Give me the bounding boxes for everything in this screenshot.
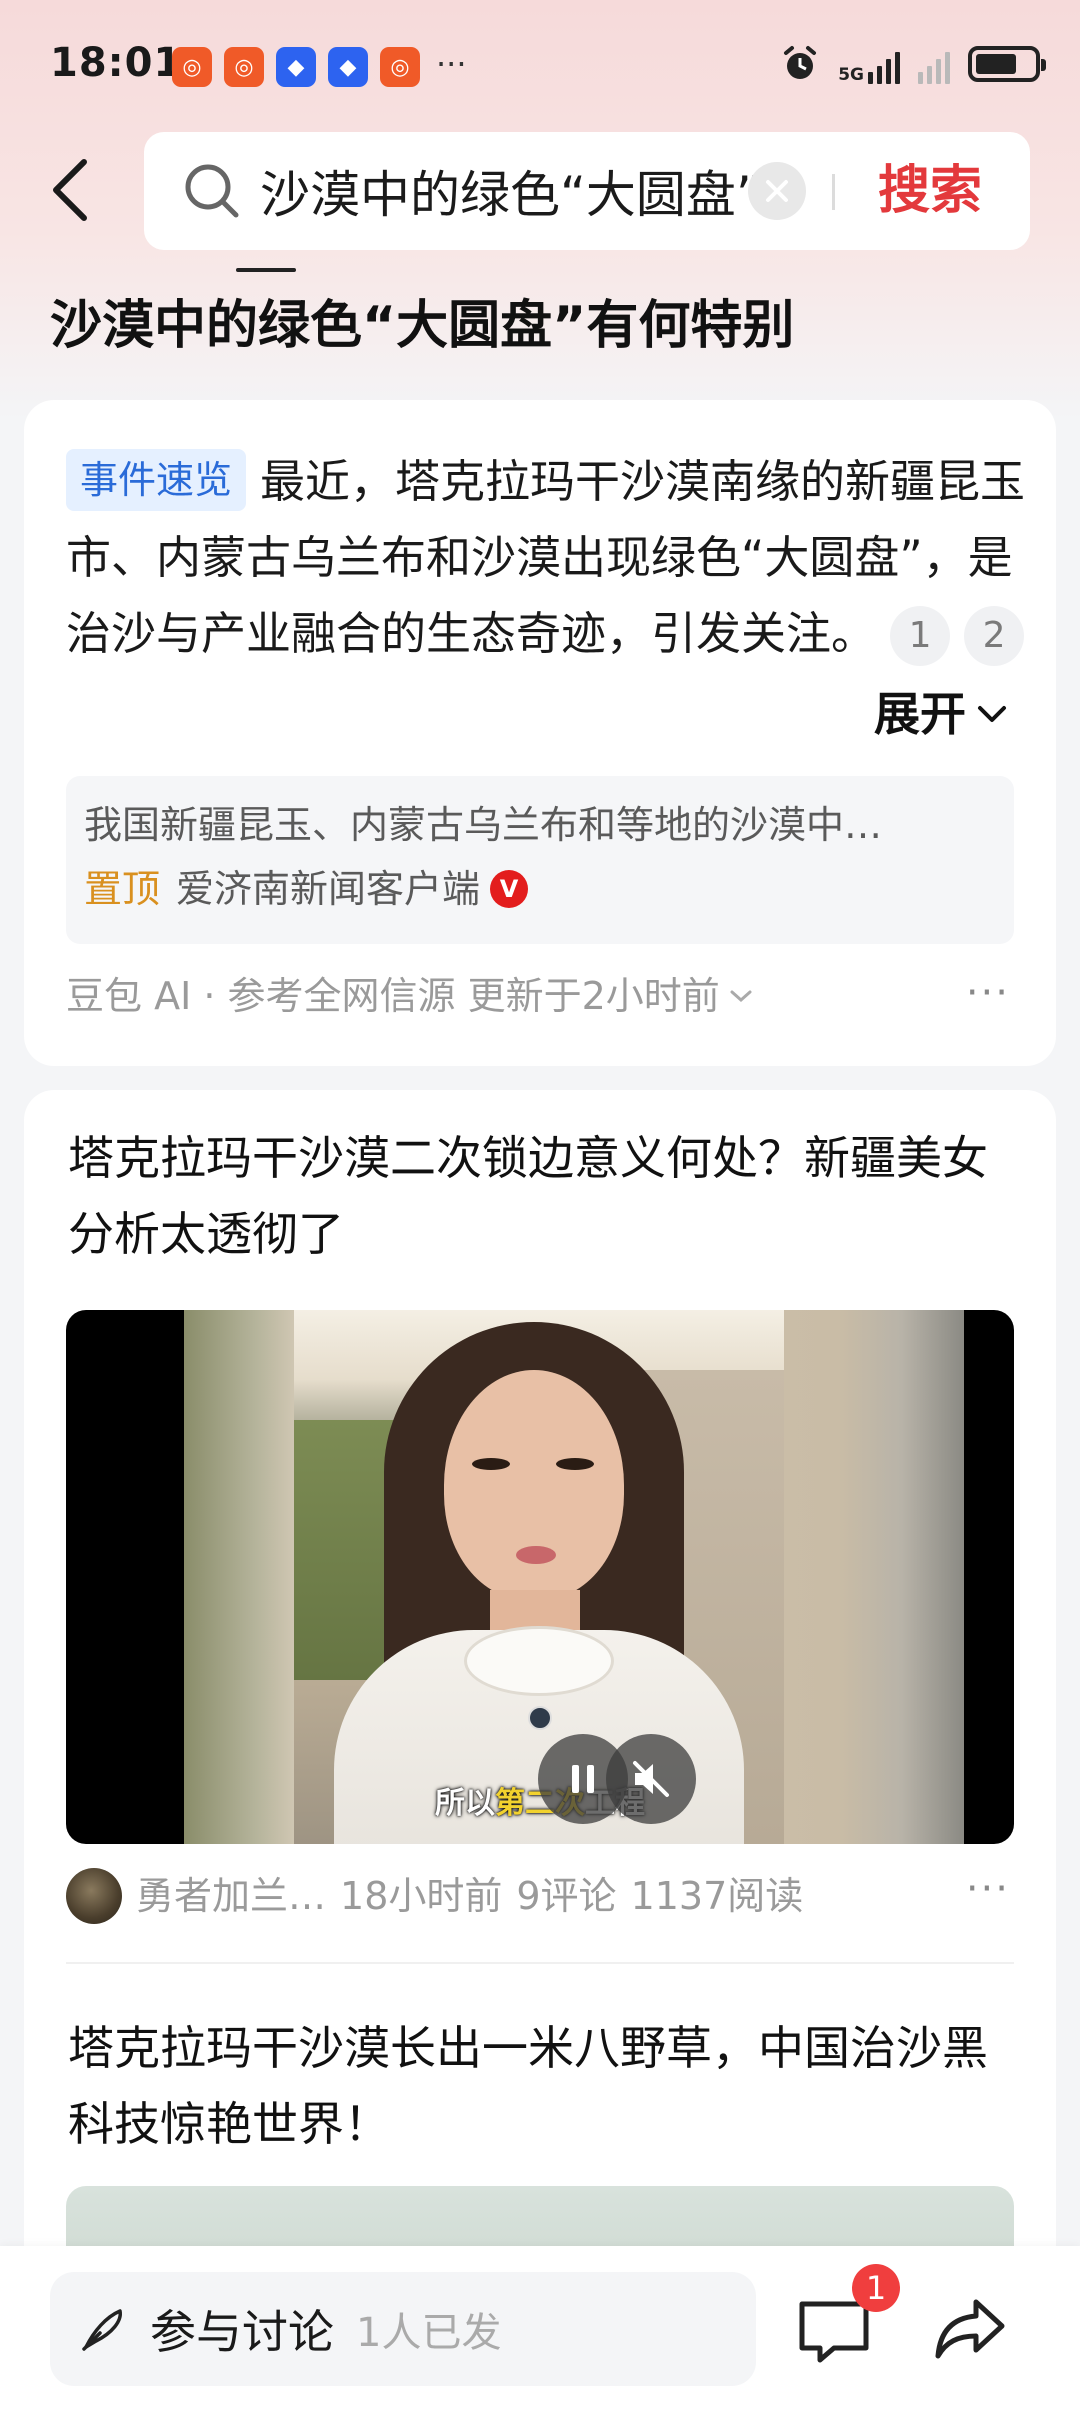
ai-summary-card: 事件速览 最近，塔克拉玛干沙漠南缘的新疆昆玉市、内蒙古乌兰布和沙漠出现绿色“大圆盘… [24, 400, 1056, 1066]
status-time: 18:01 [50, 40, 183, 86]
comment-count-badge: 1 [852, 2264, 900, 2312]
author-name[interactable]: 勇者加兰… [136, 1866, 326, 1926]
app-blue-icon: ◆ [276, 47, 316, 87]
video-player[interactable]: 所以第二次工程 [66, 1310, 1014, 1844]
page-title: 沙漠中的绿色“大圆盘”有何特别 [50, 296, 795, 356]
back-button[interactable] [40, 150, 100, 230]
status-icons: 5G [780, 44, 1046, 84]
chevron-left-icon [53, 159, 87, 221]
search-input[interactable]: 沙漠中的绿色“大圆盘”有何特别 [260, 155, 760, 227]
ai-source-meta[interactable]: 豆包 AI · 参考全网信源 更新于2小时前 [66, 966, 754, 1026]
pinned-tag: 置顶 [84, 867, 161, 911]
app-orange-icon: ◎ [224, 47, 264, 87]
expand-label: 展开 [874, 687, 966, 741]
search-divider [832, 174, 835, 210]
notification-icons: ◎ ◎ ◆ ◆ ◎ ··· [172, 47, 467, 87]
app-blue-icon: ◆ [328, 47, 368, 87]
close-icon [766, 180, 788, 202]
more-notifications-indicator: ··· [436, 45, 467, 83]
status-bar: 18:01 ◎ ◎ ◆ ◆ ◎ ··· 5G [0, 0, 1080, 130]
article-title[interactable]: 塔克拉玛干沙漠二次锁边意义何处？新疆美女分析太透彻了 [68, 1120, 1018, 1272]
article-meta: 勇者加兰… 18小时前 9评论 1137阅读 [66, 1866, 803, 1926]
video-frame [294, 1310, 784, 1844]
more-options-button[interactable]: ··· [966, 970, 1010, 1016]
bottom-action-bar: 参与讨论 1人已发 1 [0, 2246, 1080, 2412]
share-button[interactable] [930, 2288, 1010, 2368]
discuss-count: 1人已发 [356, 2310, 502, 2356]
divider [66, 1962, 1014, 1964]
source-line[interactable]: 置顶 爱济南新闻客户端 V [84, 860, 529, 918]
pen-icon [82, 2309, 122, 2351]
comment-count: 9评论 [516, 1874, 617, 1918]
source-name: 爱济南新闻客户端 [176, 867, 481, 911]
join-discussion-input[interactable]: 参与讨论 1人已发 [50, 2272, 756, 2386]
signal-secondary-icon [918, 44, 950, 84]
more-options-button[interactable]: ··· [966, 1866, 1010, 1912]
chevron-down-icon [730, 990, 752, 1003]
chevron-down-icon [978, 706, 1006, 722]
reference-badge-2[interactable]: 2 [964, 606, 1025, 666]
signal-5g: 5G [838, 44, 900, 84]
app-orange-icon: ◎ [172, 47, 212, 87]
alarm-icon [784, 46, 817, 79]
share-icon [935, 2299, 1005, 2359]
ai-meta-text: 豆包 AI · 参考全网信源 更新于2小时前 [66, 974, 720, 1018]
author-avatar[interactable] [66, 1868, 122, 1924]
search-box[interactable]: 沙漠中的绿色“大圆盘”有何特别 搜索 [144, 132, 1030, 250]
battery-icon [968, 46, 1046, 82]
reference-badge-1[interactable]: 1 [890, 606, 951, 666]
event-overview-tag: 事件速览 [66, 449, 247, 511]
read-count: 1137阅读 [630, 1874, 804, 1918]
speaker-muted-icon [633, 1761, 669, 1797]
pause-icon [572, 1765, 594, 1793]
source-snippet[interactable]: 我国新疆昆玉、内蒙古乌兰布和等地的沙漠中… [84, 796, 882, 854]
verified-badge-icon: V [490, 870, 529, 908]
search-submit-button[interactable]: 搜索 [878, 156, 982, 226]
app-orange-icon: ◎ [380, 47, 420, 87]
search-icon [185, 164, 239, 218]
article-title[interactable]: 塔克拉玛干沙漠长出一米八野草，中国治沙黑科技惊艳世界！ [68, 2010, 1018, 2162]
signal-strength-icon [868, 44, 900, 84]
summary-paragraph: 事件速览 最近，塔克拉玛干沙漠南缘的新疆昆玉市、内蒙古乌兰布和沙漠出现绿色“大圆盘… [66, 444, 1028, 672]
clear-search-button[interactable] [748, 162, 806, 220]
expand-button[interactable]: 展开 [874, 676, 1008, 752]
article-feed-card: 塔克拉玛干沙漠二次锁边意义何处？新疆美女分析太透彻了 所以第二次工程 [24, 1090, 1056, 2412]
mute-button[interactable] [606, 1734, 696, 1824]
tab-indicator [236, 268, 296, 272]
post-time: 18小时前 [340, 1874, 503, 1918]
network-type-label: 5G [838, 65, 864, 85]
discuss-label: 参与讨论 [150, 2305, 334, 2359]
